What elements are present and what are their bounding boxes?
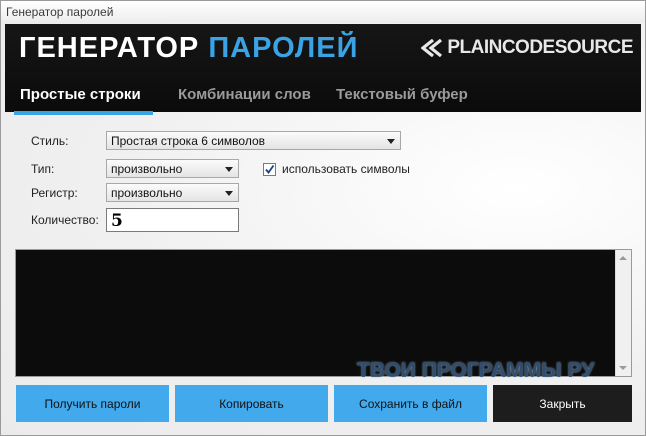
case-dropdown[interactable]: произвольно: [106, 183, 239, 202]
logo-word-1: ГЕНЕРАТОР: [19, 32, 200, 64]
use-symbols-checkbox[interactable]: [263, 163, 276, 176]
use-symbols-label[interactable]: использовать символы: [282, 162, 410, 176]
header-banner: ГЕНЕРАТОР ПАРОЛЕЙ PLAINCODESOURCE Просты…: [5, 24, 641, 115]
window-title: Генератор паролей: [6, 5, 114, 19]
app-logo: ГЕНЕРАТОР ПАРОЛЕЙ: [19, 32, 358, 65]
checkmark-icon: [265, 164, 275, 174]
password-output-area[interactable]: [15, 249, 632, 377]
style-dropdown[interactable]: Простая строка 6 символов: [106, 131, 401, 150]
style-dropdown-value: Простая строка 6 символов: [111, 134, 266, 148]
brand-logo: PLAINCODESOURCE: [421, 37, 633, 59]
style-label: Стиль:: [31, 134, 69, 148]
chevron-down-icon: [225, 167, 233, 172]
type-dropdown-value: произвольно: [111, 162, 183, 176]
count-label: Количество:: [31, 213, 99, 227]
tab-word-combinations[interactable]: Комбинации слов: [178, 86, 311, 103]
case-dropdown-value: произвольно: [111, 186, 183, 200]
title-bar[interactable]: Генератор паролей: [1, 1, 645, 24]
chevron-down-icon: [225, 191, 233, 196]
get-passwords-button[interactable]: Получить пароли: [16, 385, 169, 422]
tab-bar: Простые строки Комбинации слов Текстовый…: [5, 76, 641, 115]
tab-text-buffer[interactable]: Текстовый буфер: [336, 86, 468, 103]
count-input[interactable]: 5: [106, 208, 239, 232]
case-label: Регистр:: [31, 186, 78, 200]
watermark: ТВОИ ПРОГРАММЫ РУ: [357, 359, 595, 382]
brand-mark-icon: [421, 39, 443, 57]
tab-simple-strings[interactable]: Простые строки: [14, 86, 153, 115]
close-button[interactable]: Закрыть: [493, 385, 632, 422]
vertical-scrollbar[interactable]: [615, 250, 631, 376]
app-window: Генератор паролей ГЕНЕРАТОР ПАРОЛЕЙ PLAI…: [0, 0, 646, 436]
scroll-down-icon[interactable]: [619, 366, 627, 370]
logo-word-2: ПАРОЛЕЙ: [208, 32, 359, 64]
scroll-up-icon[interactable]: [619, 256, 627, 260]
type-dropdown[interactable]: произвольно: [106, 159, 239, 178]
type-label: Тип:: [31, 162, 55, 176]
copy-button[interactable]: Копировать: [175, 385, 328, 422]
chevron-down-icon: [387, 139, 395, 144]
save-to-file-button[interactable]: Сохранить в файл: [334, 385, 487, 422]
brand-name: PLAINCODESOURCE: [447, 37, 633, 58]
